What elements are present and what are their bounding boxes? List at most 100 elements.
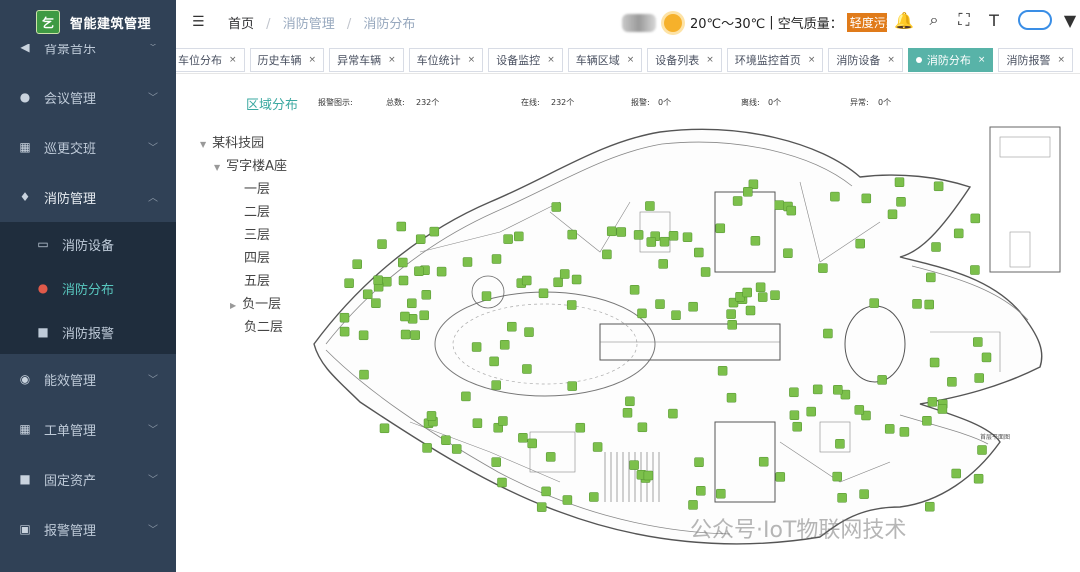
fire-device-marker[interactable] [371,298,381,308]
fire-device-marker[interactable] [503,234,513,244]
fire-device-marker[interactable] [884,424,895,434]
tree-node-floor-4[interactable]: 四层 [244,247,270,266]
tag-3[interactable]: 车位统计 × [408,47,484,72]
close-icon[interactable]: × [388,55,396,65]
fire-device-marker[interactable] [924,299,934,310]
tag-5[interactable]: 车辆区域 × [567,47,643,72]
fire-device-marker[interactable] [757,292,768,302]
close-icon[interactable]: × [887,55,895,65]
fire-device-marker[interactable] [491,380,501,390]
fire-device-marker[interactable] [688,500,698,510]
fire-device-marker[interactable] [352,259,362,269]
fire-device-marker[interactable] [592,442,603,452]
fire-device-marker[interactable] [837,493,847,503]
fire-device-marker[interactable] [521,275,532,286]
tag-8[interactable]: 消防设备 × [828,47,903,72]
fire-device-marker[interactable] [671,310,681,320]
fire-device-marker[interactable] [646,237,657,247]
breadcrumb-home[interactable]: 首页 [228,17,254,32]
fire-device-marker[interactable] [715,223,726,234]
close-icon[interactable]: × [627,55,635,65]
tree-node-park[interactable]: ▼ 某科技园 [200,132,264,151]
sidebar-item-energy[interactable]: ◉ 能效管理 ﹀ [0,354,176,404]
fire-device-marker[interactable] [894,177,905,187]
fire-device-marker[interactable] [567,229,577,240]
fire-device-marker[interactable] [514,231,524,242]
fire-device-marker[interactable] [887,209,898,220]
fire-device-marker[interactable] [339,312,350,323]
fire-device-marker[interactable] [602,249,612,260]
fire-device-marker[interactable] [377,239,387,249]
fire-device-marker[interactable] [400,311,410,322]
fire-device-marker[interactable] [400,329,411,340]
fire-device-marker[interactable] [562,495,573,505]
close-icon[interactable]: × [468,55,476,65]
fire-device-marker[interactable] [922,416,932,426]
fire-device-marker[interactable] [789,387,799,398]
fire-device-marker[interactable] [937,404,948,414]
fire-device-marker[interactable] [745,305,756,316]
fire-device-marker[interactable] [854,405,865,415]
fire-device-marker[interactable] [362,289,373,300]
tree-node-basement-2[interactable]: 负二层 [244,316,283,335]
fire-device-marker[interactable] [629,460,639,470]
fire-device-marker[interactable] [855,238,865,249]
fullscreen-icon[interactable]: ⛶ [952,10,976,30]
fire-device-marker[interactable] [727,320,737,330]
tag-9[interactable]: 消防分布 × [907,47,994,72]
fire-device-marker[interactable] [970,213,981,224]
fire-device-marker[interactable] [524,327,534,337]
fire-device-marker[interactable] [912,299,922,309]
fire-device-marker[interactable] [783,248,793,258]
tree-node-floor-3[interactable]: 三层 [244,224,270,243]
fire-device-marker[interactable] [770,290,780,300]
fire-device-marker[interactable] [933,181,944,192]
tag-10[interactable]: 消防报警 × [998,47,1074,72]
fire-device-marker[interactable] [896,197,906,207]
fire-device-marker[interactable] [545,452,556,462]
fire-device-marker[interactable] [507,321,517,332]
fire-device-marker[interactable] [970,265,980,275]
fire-device-marker[interactable] [931,242,941,252]
hamburger-icon[interactable]: ☰ [192,14,206,30]
fire-device-marker[interactable] [436,266,447,277]
tag-6[interactable]: 设备列表 × [647,47,722,72]
fire-device-marker[interactable] [461,391,471,402]
sidebar-item-meeting[interactable]: ● 会议管理 ﹀ [0,72,176,122]
tree-node-building[interactable]: ▼ 写字楼A座 [214,155,287,174]
fire-device-marker[interactable] [398,275,409,286]
search-icon[interactable]: ⌕ [922,10,946,30]
fire-device-marker[interactable] [398,257,408,268]
bell-icon[interactable]: 🔔 [892,11,916,30]
fire-device-marker[interactable] [973,337,983,347]
fire-device-marker[interactable] [643,470,654,481]
fire-device-marker[interactable] [792,421,802,432]
fire-device-marker[interactable] [755,282,766,293]
fire-device-marker[interactable] [832,471,842,482]
sidebar-item-assets[interactable]: ■ 固定资产 ﹀ [0,454,176,504]
fire-device-marker[interactable] [622,408,633,418]
sidebar-item-workorder[interactable]: ▦ 工单管理 ﹀ [0,404,176,454]
fire-device-marker[interactable] [518,433,528,443]
fire-device-marker[interactable] [694,247,704,258]
fire-device-marker[interactable] [499,340,510,350]
fire-device-marker[interactable] [861,193,872,204]
fire-device-marker[interactable] [743,187,753,197]
fire-device-marker[interactable] [927,397,938,407]
fire-device-marker[interactable] [637,422,648,433]
fire-device-marker[interactable] [823,328,833,339]
fire-device-marker[interactable] [410,330,420,340]
fire-device-marker[interactable] [489,356,499,367]
tree-node-floor-2[interactable]: 二层 [244,201,270,220]
fire-device-marker[interactable] [382,276,392,287]
tag-0[interactable]: 车位分布 × [176,47,245,72]
fire-device-marker[interactable] [869,298,879,308]
fire-device-marker[interactable] [877,375,887,385]
fire-device-marker[interactable] [379,423,390,434]
fire-device-marker[interactable] [750,236,761,246]
close-icon[interactable]: × [706,55,714,65]
fire-device-marker[interactable] [806,406,816,417]
fire-device-marker[interactable] [419,310,429,321]
fire-device-marker[interactable] [835,439,845,449]
fire-device-marker[interactable] [616,227,627,237]
